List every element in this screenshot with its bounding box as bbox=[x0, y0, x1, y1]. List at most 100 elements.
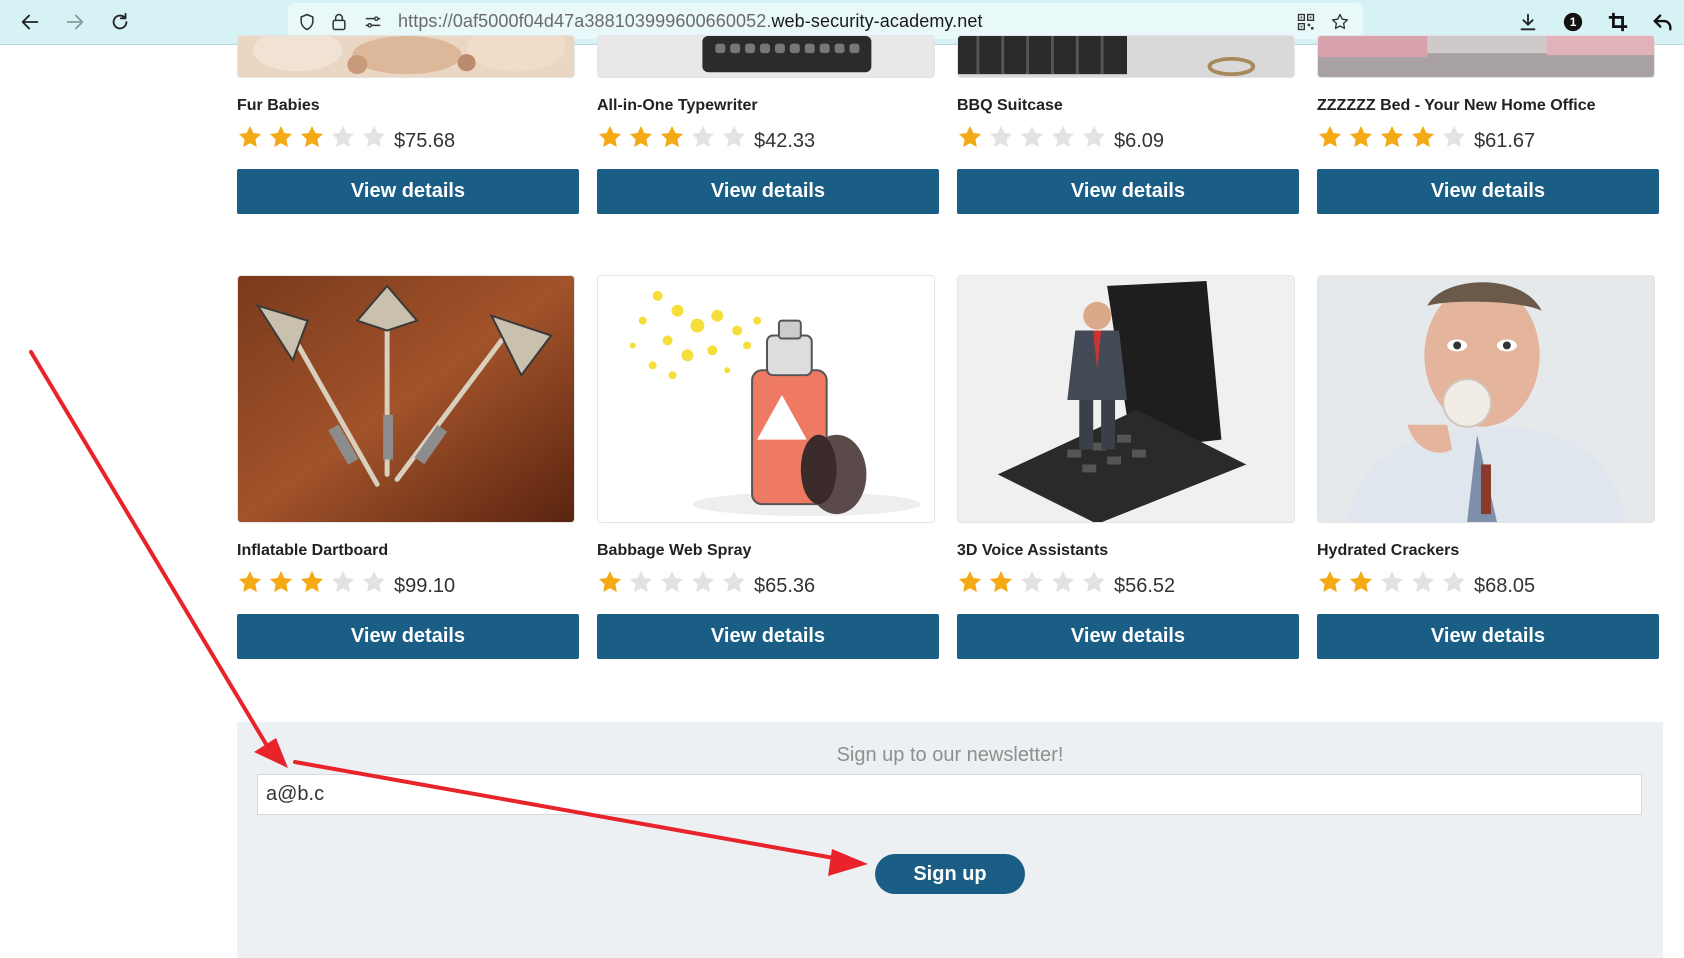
star-empty-icon bbox=[722, 125, 746, 147]
product-image[interactable] bbox=[957, 275, 1295, 523]
forward-icon[interactable] bbox=[61, 8, 89, 36]
extension-badge-icon[interactable]: 1 bbox=[1559, 8, 1587, 36]
reload-icon[interactable] bbox=[106, 8, 134, 36]
product-price: $99.10 bbox=[394, 575, 456, 597]
back-icon[interactable] bbox=[16, 8, 44, 36]
star-filled-icon bbox=[300, 125, 324, 147]
newsletter-heading: Sign up to our newsletter! bbox=[836, 744, 1064, 766]
star-empty-icon bbox=[691, 570, 715, 592]
undo-icon[interactable] bbox=[1649, 8, 1677, 36]
view-details-button[interactable]: View details bbox=[237, 614, 579, 659]
star-empty-icon bbox=[362, 570, 386, 592]
star-empty-icon bbox=[1411, 570, 1435, 592]
rating-stars bbox=[957, 124, 1107, 150]
product-image[interactable] bbox=[1317, 35, 1655, 78]
star-filled-icon bbox=[1411, 125, 1435, 147]
product-name: Babbage Web Spray bbox=[597, 542, 752, 559]
star-empty-icon bbox=[331, 125, 355, 147]
bookmark-star-icon[interactable] bbox=[1329, 11, 1351, 33]
star-filled-icon bbox=[598, 125, 622, 147]
star-filled-icon bbox=[1318, 570, 1342, 592]
sign-up-button[interactable]: Sign up bbox=[875, 854, 1025, 894]
star-filled-icon bbox=[1349, 125, 1373, 147]
rating-stars bbox=[237, 124, 387, 150]
product-price: $65.36 bbox=[754, 575, 816, 597]
product-price: $56.52 bbox=[1114, 575, 1176, 597]
star-empty-icon bbox=[1380, 570, 1404, 592]
star-filled-icon bbox=[1318, 125, 1342, 147]
star-filled-icon bbox=[238, 570, 262, 592]
star-filled-icon bbox=[629, 125, 653, 147]
url-prefix: https://0af5000f04d47a388103999600660052… bbox=[398, 11, 772, 31]
star-empty-icon bbox=[1082, 125, 1106, 147]
star-empty-icon bbox=[1051, 570, 1075, 592]
star-filled-icon bbox=[958, 125, 982, 147]
star-filled-icon bbox=[989, 570, 1013, 592]
rating-stars bbox=[597, 124, 747, 150]
product-name: Hydrated Crackers bbox=[1317, 542, 1460, 559]
rating-stars bbox=[1317, 569, 1467, 595]
rating-stars bbox=[1317, 124, 1467, 150]
star-empty-icon bbox=[722, 570, 746, 592]
star-filled-icon bbox=[238, 125, 262, 147]
product-image[interactable] bbox=[237, 35, 575, 78]
star-empty-icon bbox=[331, 570, 355, 592]
product-name: Inflatable Dartboard bbox=[237, 542, 389, 559]
shield-icon[interactable] bbox=[296, 11, 318, 33]
star-filled-icon bbox=[1380, 125, 1404, 147]
badge-count: 1 bbox=[1570, 15, 1577, 29]
star-empty-icon bbox=[1020, 570, 1044, 592]
product-name: BBQ Suitcase bbox=[957, 97, 1063, 114]
crop-icon[interactable] bbox=[1604, 8, 1632, 36]
view-details-button[interactable]: View details bbox=[1317, 169, 1659, 214]
view-details-button[interactable]: View details bbox=[1317, 614, 1659, 659]
star-empty-icon bbox=[989, 125, 1013, 147]
product-price: $68.05 bbox=[1474, 575, 1536, 597]
newsletter-email-input[interactable] bbox=[257, 774, 1642, 815]
qr-code-icon[interactable] bbox=[1295, 11, 1317, 33]
product-price: $75.68 bbox=[394, 130, 456, 152]
product-name: 3D Voice Assistants bbox=[957, 542, 1109, 559]
view-details-button[interactable]: View details bbox=[597, 169, 939, 214]
star-empty-icon bbox=[362, 125, 386, 147]
rating-stars bbox=[237, 569, 387, 595]
star-filled-icon bbox=[1349, 570, 1373, 592]
star-filled-icon bbox=[598, 570, 622, 592]
product-image[interactable] bbox=[237, 275, 575, 523]
star-empty-icon bbox=[1051, 125, 1075, 147]
product-name: ZZZZZZ Bed - Your New Home Office bbox=[1317, 97, 1596, 114]
star-empty-icon bbox=[629, 570, 653, 592]
product-name: Fur Babies bbox=[237, 97, 320, 114]
star-empty-icon bbox=[1020, 125, 1044, 147]
star-empty-icon bbox=[660, 570, 684, 592]
product-price: $42.33 bbox=[754, 130, 816, 152]
view-details-button[interactable]: View details bbox=[237, 169, 579, 214]
newsletter-section: Sign up to our newsletter! Sign up bbox=[237, 722, 1663, 958]
star-filled-icon bbox=[958, 570, 982, 592]
rating-stars bbox=[957, 569, 1107, 595]
product-price: $6.09 bbox=[1114, 130, 1165, 152]
site-settings-icon[interactable] bbox=[362, 11, 384, 33]
star-filled-icon bbox=[269, 125, 293, 147]
view-details-button[interactable]: View details bbox=[597, 614, 939, 659]
product-image[interactable] bbox=[597, 275, 935, 523]
rating-stars bbox=[597, 569, 747, 595]
product-image[interactable] bbox=[597, 35, 935, 78]
star-empty-icon bbox=[1442, 570, 1466, 592]
star-empty-icon bbox=[1082, 570, 1106, 592]
url-text[interactable]: https://0af5000f04d47a388103999600660052… bbox=[398, 11, 983, 32]
view-details-button[interactable]: View details bbox=[957, 169, 1299, 214]
star-empty-icon bbox=[691, 125, 715, 147]
view-details-button[interactable]: View details bbox=[957, 614, 1299, 659]
star-filled-icon bbox=[300, 570, 324, 592]
product-price: $61.67 bbox=[1474, 130, 1536, 152]
star-empty-icon bbox=[1442, 125, 1466, 147]
download-icon[interactable] bbox=[1514, 8, 1542, 36]
address-bar[interactable]: https://0af5000f04d47a388103999600660052… bbox=[288, 3, 1363, 39]
star-filled-icon bbox=[660, 125, 684, 147]
star-filled-icon bbox=[269, 570, 293, 592]
product-image[interactable] bbox=[957, 35, 1295, 78]
product-image[interactable] bbox=[1317, 275, 1655, 523]
lock-icon[interactable] bbox=[328, 11, 350, 33]
product-name: All-in-One Typewriter bbox=[597, 97, 758, 114]
